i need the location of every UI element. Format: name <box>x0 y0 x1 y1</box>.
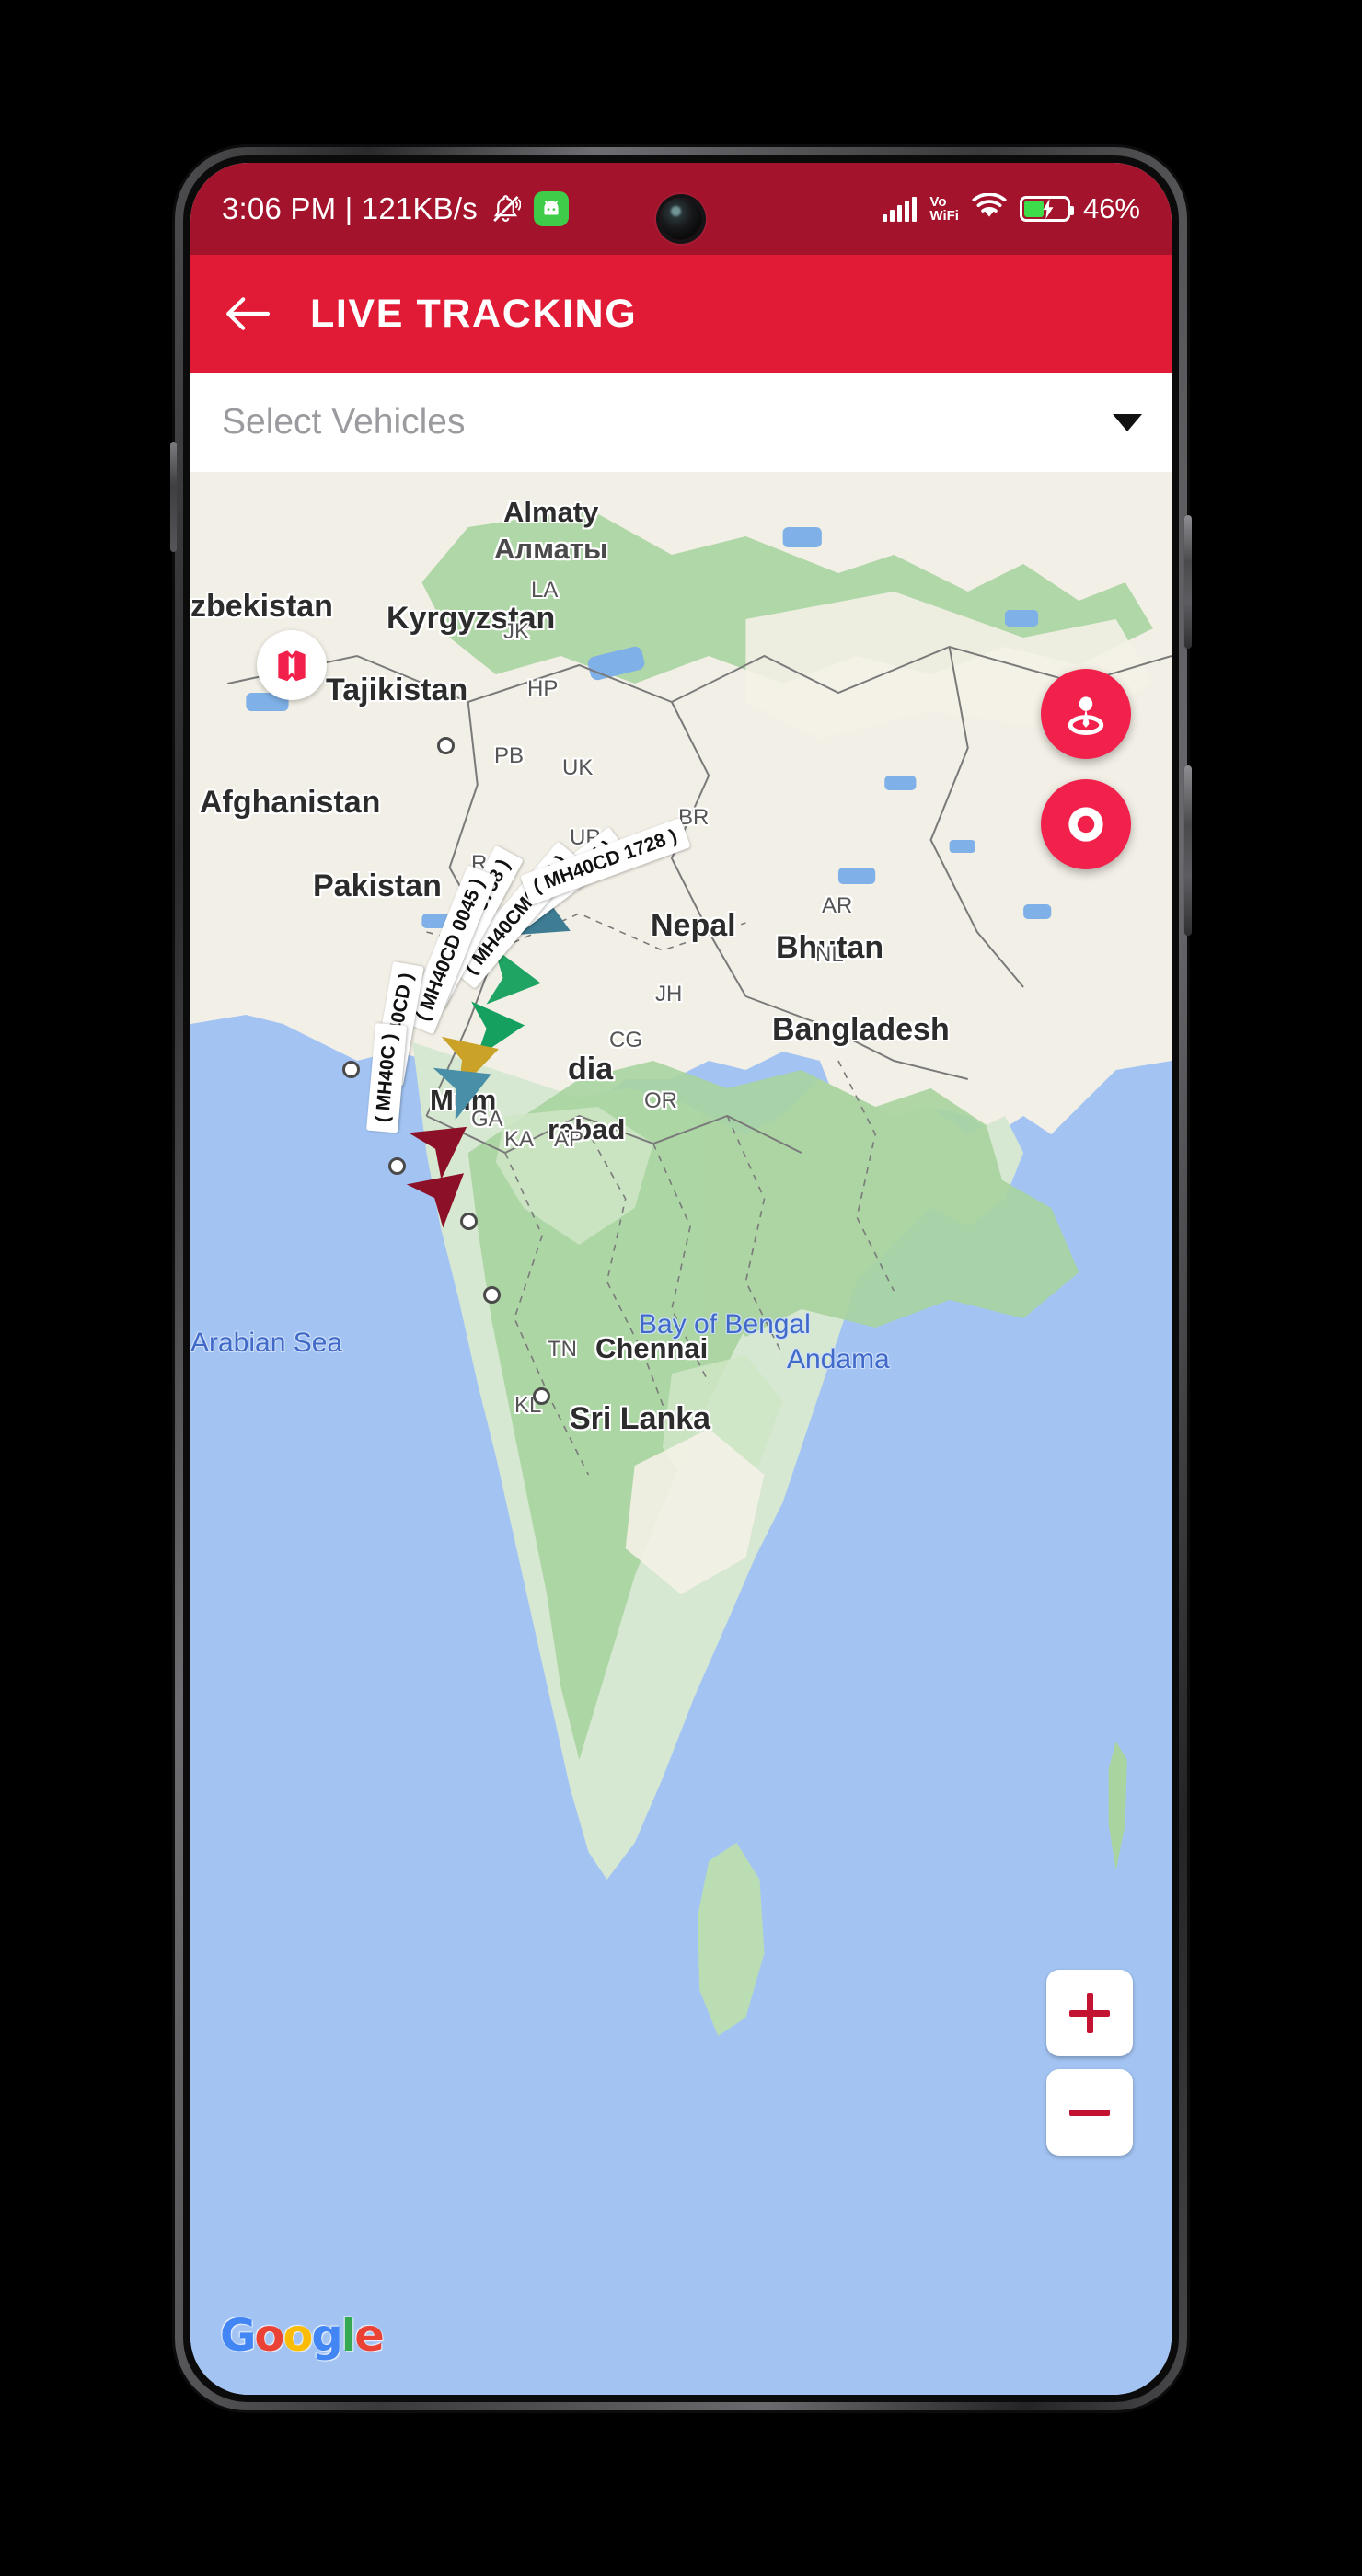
map-sea-label: Andama <box>787 1344 890 1374</box>
phone-screen: 3:06 PM | 121KB/s Vo WiFi 46% LIVE TRACK… <box>190 163 1172 2395</box>
bell-muted-icon <box>491 193 522 224</box>
chevron-down-icon[interactable] <box>1113 413 1142 431</box>
live-tracking-map[interactable]: zbekistan Kyrgyzstan Tajikistan Afghanistan… <box>190 472 1172 2395</box>
map-country-label: Afghanistan <box>200 785 381 820</box>
google-logo-letter: l <box>340 2310 357 2362</box>
folded-map-icon <box>278 650 306 682</box>
map-state-label: JH <box>655 982 683 1006</box>
volte-wifi-calling-icon: Vo WiFi <box>929 195 959 223</box>
map-zoom-controls <box>1046 1970 1133 2156</box>
zoom-in-button[interactable] <box>1046 1970 1133 2056</box>
map-city-dot <box>483 1286 501 1304</box>
map-state-label: CG <box>609 1028 642 1052</box>
map-state-label: GJ <box>427 973 456 998</box>
drop-pin-icon <box>1068 696 1104 735</box>
google-logo-letter: e <box>354 2310 385 2362</box>
google-logo-letter: o <box>254 2310 284 2362</box>
map-state-label: GA <box>471 1107 503 1132</box>
front-camera-punch-hole <box>660 198 702 240</box>
map-city-dot <box>460 1213 478 1230</box>
map-state-label: TN <box>548 1337 577 1362</box>
map-country-label: Pakistan <box>313 868 442 903</box>
map-country-label: Kyrgyzstan <box>387 601 556 636</box>
map-country-label: Tajikistan <box>326 673 468 707</box>
map-city-dot <box>533 1387 550 1405</box>
app-bar: LIVE TRACKING <box>190 255 1172 373</box>
battery-charging-icon <box>1019 196 1074 222</box>
phone-bezel: 3:06 PM | 121KB/s Vo WiFi 46% LIVE TRACK… <box>183 155 1179 2402</box>
map-city-label: Almaty <box>503 496 599 528</box>
google-attribution-logo: Google <box>220 2310 385 2362</box>
map-sea-label: Bay of Bengal <box>639 1309 811 1340</box>
status-bar: 3:06 PM | 121KB/s Vo WiFi 46% <box>190 163 1172 255</box>
map-state-label: UP <box>570 825 601 850</box>
map-state-label: AP <box>554 1127 584 1152</box>
status-time-network-text: 3:06 PM | 121KB/s <box>222 191 478 225</box>
map-country-label: dia <box>568 1052 614 1087</box>
map-state-label: LA <box>531 578 559 603</box>
page-title: LIVE TRACKING <box>310 291 638 336</box>
volte-label-top: Vo <box>929 194 947 210</box>
map-type-button[interactable] <box>257 630 327 700</box>
map-state-label: KA <box>504 1127 535 1152</box>
battery-percent-text: 46% <box>1082 192 1140 224</box>
back-arrow-icon[interactable] <box>224 290 271 338</box>
map-state-label: NL <box>815 942 844 967</box>
map-country-label: Bangladesh <box>772 1012 950 1047</box>
phone-device-frame: 3:06 PM | 121KB/s Vo WiFi 46% LIVE TRACK… <box>170 147 1192 2410</box>
map-country-label: Sri Lanka <box>570 1401 711 1436</box>
map-country-label: zbekistan <box>190 589 333 624</box>
status-bar-right-group: Vo WiFi 46% <box>883 191 1140 225</box>
vehicle-select-dropdown[interactable]: Select Vehicles <box>190 373 1172 472</box>
zoom-out-button[interactable] <box>1046 2069 1133 2156</box>
android-green-app-icon <box>533 191 569 226</box>
map-state-label: JK <box>503 619 530 644</box>
screenshot-canvas: 3:06 PM | 121KB/s Vo WiFi 46% LIVE TRACK… <box>0 0 1362 2576</box>
map-state-label: PB <box>494 743 525 768</box>
map-state-label: AR <box>822 893 853 918</box>
map-city-label: Алматы <box>494 533 608 565</box>
cellular-signal-icon <box>883 196 918 222</box>
drop-pin-button[interactable] <box>1041 669 1131 759</box>
map-city-dot <box>342 1061 360 1078</box>
google-logo-letter: g <box>311 2310 342 2362</box>
map-country-label: Nepal <box>651 908 736 943</box>
device-volume-button[interactable] <box>1184 515 1192 649</box>
google-logo-letter: G <box>220 2310 256 2362</box>
device-power-button[interactable] <box>1184 765 1192 936</box>
map-city-dot <box>388 1157 406 1175</box>
vehicle-select-placeholder: Select Vehicles <box>222 402 466 442</box>
map-state-label: BR <box>678 805 710 830</box>
status-bar-left-group: 3:06 PM | 121KB/s <box>222 191 569 226</box>
device-left-button[interactable] <box>170 442 177 552</box>
map-state-label: OR <box>644 1088 677 1113</box>
my-location-target-icon <box>1068 807 1103 842</box>
my-location-button[interactable] <box>1041 779 1131 869</box>
google-logo-letter: o <box>283 2310 313 2362</box>
map-sea-label: Arabian Sea <box>190 1328 343 1358</box>
map-city-dot <box>437 737 455 754</box>
map-state-label: UK <box>562 755 594 780</box>
map-state-label: HP <box>527 676 559 701</box>
map-state-label: RJ <box>471 851 499 876</box>
wifi-icon <box>972 191 1007 225</box>
volte-label-bottom: WiFi <box>929 208 959 224</box>
